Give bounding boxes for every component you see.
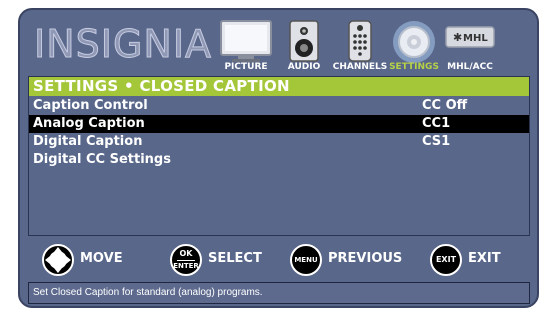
- menu-item-value: CC1: [422, 116, 451, 131]
- hint-move: MOVE: [42, 242, 152, 278]
- hint-previous: MENU PREVIOUS: [290, 242, 410, 278]
- menu-item-caption-control[interactable]: Caption Control CC Off: [29, 97, 529, 115]
- menu-item-value: CC Off: [422, 98, 468, 113]
- ok-enter-button-icon: OK ENTER: [170, 244, 202, 276]
- menu-button-icon: MENU: [290, 244, 322, 276]
- tab-picture-label: PICTURE: [224, 62, 268, 72]
- mhl-badge-text: MHL: [463, 33, 488, 44]
- dpad-icon: [42, 244, 74, 276]
- tab-settings-label: SETTINGS: [389, 62, 439, 72]
- tab-audio-label: AUDIO: [287, 62, 321, 72]
- menu-item-label: Digital Caption: [33, 134, 143, 149]
- settings-panel: SETTINGS • CLOSED CAPTION Caption Contro…: [28, 76, 530, 236]
- picture-icon: [220, 20, 272, 66]
- insignia-logo: INSIGNIA: [33, 22, 213, 67]
- menu-item-label: Caption Control: [33, 98, 148, 113]
- hint-exit-label: EXIT: [468, 251, 501, 266]
- tab-picture[interactable]: PICTURE: [216, 16, 276, 76]
- status-bar: Set Closed Caption for standard (analog)…: [28, 282, 530, 304]
- hint-previous-label: PREVIOUS: [328, 251, 403, 266]
- tab-channels-label: CHANNELS: [332, 62, 388, 72]
- tv-menu-screen: INSIGNIA PICTURE AUDIO CHANNELS SETTINGS…: [18, 8, 539, 308]
- button-hints: MOVE OK ENTER SELECT MENU PREVIOUS EXIT …: [28, 242, 530, 278]
- hint-move-label: MOVE: [80, 251, 123, 266]
- menu-item-analog-caption[interactable]: Analog Caption CC1: [29, 115, 529, 133]
- tab-channels[interactable]: CHANNELS: [330, 16, 390, 76]
- hint-exit: EXIT EXIT: [430, 242, 530, 278]
- exit-button-icon: EXIT: [430, 244, 462, 276]
- tab-mhl-acc[interactable]: ✱ MHL MHL/ACC: [440, 16, 500, 76]
- hint-select-label: SELECT: [208, 251, 262, 266]
- mhl-icon: ✱ MHL: [445, 26, 495, 52]
- menu-banner: SETTINGS • CLOSED CAPTION: [29, 77, 529, 96]
- tab-settings[interactable]: SETTINGS: [384, 16, 444, 76]
- tab-mhl-acc-label: MHL/ACC: [447, 62, 493, 72]
- speaker-icon: [289, 20, 319, 66]
- gear-icon: [392, 20, 436, 68]
- menu-item-digital-caption[interactable]: Digital Caption CS1: [29, 133, 529, 151]
- tab-audio[interactable]: AUDIO: [274, 16, 334, 76]
- remote-icon: [348, 20, 372, 66]
- menu-item-label: Digital CC Settings: [33, 152, 171, 167]
- svg-text:✱: ✱: [453, 31, 462, 44]
- menu-item-digital-cc-settings[interactable]: Digital CC Settings: [29, 151, 529, 169]
- hint-select: OK ENTER SELECT: [170, 242, 280, 278]
- menu-item-value: CS1: [422, 134, 451, 149]
- menu-item-label: Analog Caption: [33, 116, 145, 131]
